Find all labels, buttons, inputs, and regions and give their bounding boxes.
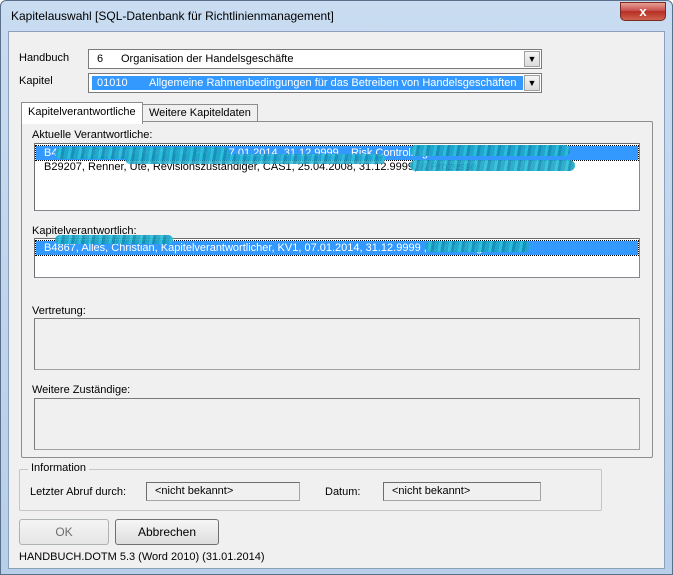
tab-panel: Aktuelle Verantwortliche: B4 , , , Kapit… — [21, 121, 653, 458]
kapitelverantwortlich-listbox[interactable]: B4867, Alles, Christian, Kapitelverantwo… — [34, 235, 640, 278]
datum-label: Datum: — [325, 486, 361, 498]
window-title: Kapitelauswahl [SQL-Datenbank für Richtl… — [11, 9, 334, 23]
ok-button-label: OK — [55, 525, 73, 539]
chevron-down-icon[interactable]: ▼ — [524, 51, 540, 67]
aktuelle-label: Aktuelle Verantwortliche: — [32, 129, 153, 141]
redaction-mark — [425, 241, 530, 252]
close-button[interactable]: x — [620, 2, 666, 21]
close-icon: x — [639, 4, 647, 19]
redaction-mark — [125, 154, 385, 164]
information-legend: Information — [28, 462, 90, 474]
vertretung-label: Vertretung: — [32, 305, 86, 317]
abruf-value: <nicht bekannt> — [146, 482, 300, 501]
redaction-mark — [410, 145, 570, 156]
ok-button[interactable]: OK — [19, 519, 109, 545]
kapitel-number: 01010 — [97, 77, 128, 89]
datum-value-text: <nicht bekannt> — [392, 485, 471, 497]
abruf-label: Letzter Abruf durch: — [30, 486, 126, 498]
handbuch-select[interactable]: 6 Organisation der Handelsgeschäfte ▼ — [88, 49, 542, 69]
title-bar[interactable]: Kapitelauswahl [SQL-Datenbank für Richtl… — [1, 1, 672, 31]
dialog-window: Kapitelauswahl [SQL-Datenbank für Richtl… — [0, 0, 673, 575]
version-footer: HANDBUCH.DOTM 5.3 (Word 2010) (31.01.201… — [19, 551, 265, 563]
datum-value: <nicht bekannt> — [383, 482, 541, 501]
weitere-listbox[interactable] — [34, 398, 640, 450]
abruf-value-text: <nicht bekannt> — [155, 485, 234, 497]
handbuch-value: Organisation der Handelsgeschäfte — [121, 53, 294, 65]
kapitel-value: Allgemeine Rahmenbedingungen für das Bet… — [149, 77, 517, 89]
tab-weitere-kapiteldaten[interactable]: Weitere Kapiteldaten — [142, 104, 258, 122]
weitere-label: Weitere Zuständige: — [32, 384, 131, 396]
kapitel-label: Kapitel — [19, 75, 53, 87]
tab-label: Kapitelverantwortliche — [28, 106, 136, 118]
aktuelle-listbox[interactable]: B4 , , , Kapitelverantwortlicher, KV1, 0… — [34, 143, 640, 211]
handbuch-label: Handbuch — [19, 52, 70, 64]
redaction-mark — [55, 235, 173, 244]
information-groupbox: Information Letzter Abruf durch: <nicht … — [19, 462, 602, 511]
dialog-client-area: Handbuch 6 Organisation der Handelsgesch… — [8, 31, 665, 569]
redaction-mark — [410, 160, 575, 171]
tab-kapitelverantwortliche[interactable]: Kapitelverantwortliche — [21, 102, 143, 124]
handbuch-number: 6 — [97, 53, 104, 65]
vertretung-listbox[interactable] — [34, 318, 640, 370]
cancel-button-label: Abbrechen — [137, 525, 197, 539]
tab-label: Weitere Kapiteldaten — [149, 107, 251, 119]
kapitel-select[interactable]: 01010 Allgemeine Rahmenbedingungen für d… — [88, 73, 542, 93]
chevron-down-icon[interactable]: ▼ — [524, 75, 540, 91]
cancel-button[interactable]: Abbrechen — [115, 519, 219, 545]
